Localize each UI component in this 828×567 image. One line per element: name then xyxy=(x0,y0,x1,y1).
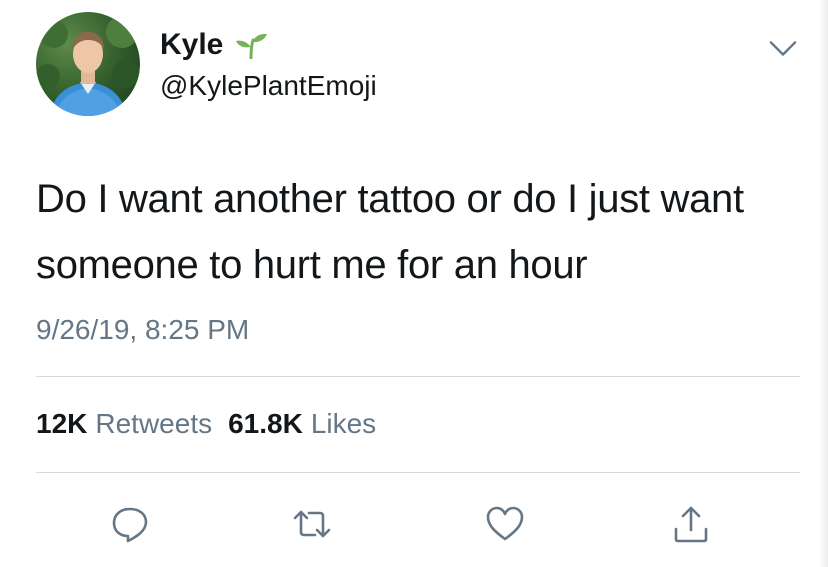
likes-label: Likes xyxy=(310,408,377,439)
retweet-icon xyxy=(293,510,331,538)
divider xyxy=(36,472,800,473)
divider xyxy=(36,376,800,377)
tweet-text: Do I want another tattoo or do I just wa… xyxy=(36,166,806,298)
retweets-count: 12K xyxy=(36,408,88,439)
tweet-text-line: someone to hurt me for an hour xyxy=(36,243,588,287)
like-button[interactable] xyxy=(475,494,535,554)
tweet-actions xyxy=(0,494,828,554)
retweets-label: Retweets xyxy=(95,408,213,439)
reply-icon xyxy=(112,507,148,543)
retweets-stat[interactable]: 12K Retweets xyxy=(36,406,212,442)
user-handle[interactable]: @KylePlantEmoji xyxy=(160,70,377,102)
tweet-card: Kyle @KylePlantEmoji Do I want another t… xyxy=(0,0,828,567)
heart-icon xyxy=(486,506,524,541)
avatar[interactable] xyxy=(36,12,140,116)
sprout-icon xyxy=(233,31,269,60)
chevron-down-icon xyxy=(769,41,797,56)
more-options-button[interactable] xyxy=(765,34,801,62)
reply-button[interactable] xyxy=(100,494,160,554)
tweet-timestamp[interactable]: 9/26/19, 8:25 PM xyxy=(36,312,249,348)
likes-stat[interactable]: 61.8K Likes xyxy=(228,406,376,442)
retweet-button[interactable] xyxy=(282,494,342,554)
share-icon xyxy=(674,506,708,543)
likes-count: 61.8K xyxy=(228,408,303,439)
avatar-photo xyxy=(36,16,140,116)
tweet-stats: 12K Retweets 61.8K Likes xyxy=(36,406,376,442)
share-button[interactable] xyxy=(661,494,721,554)
tweet-text-line: Do I want another tattoo or do I just wa… xyxy=(36,177,744,221)
scrollbar-edge xyxy=(819,0,828,567)
display-name[interactable]: Kyle xyxy=(160,28,223,62)
author-name-row[interactable]: Kyle xyxy=(160,28,269,62)
